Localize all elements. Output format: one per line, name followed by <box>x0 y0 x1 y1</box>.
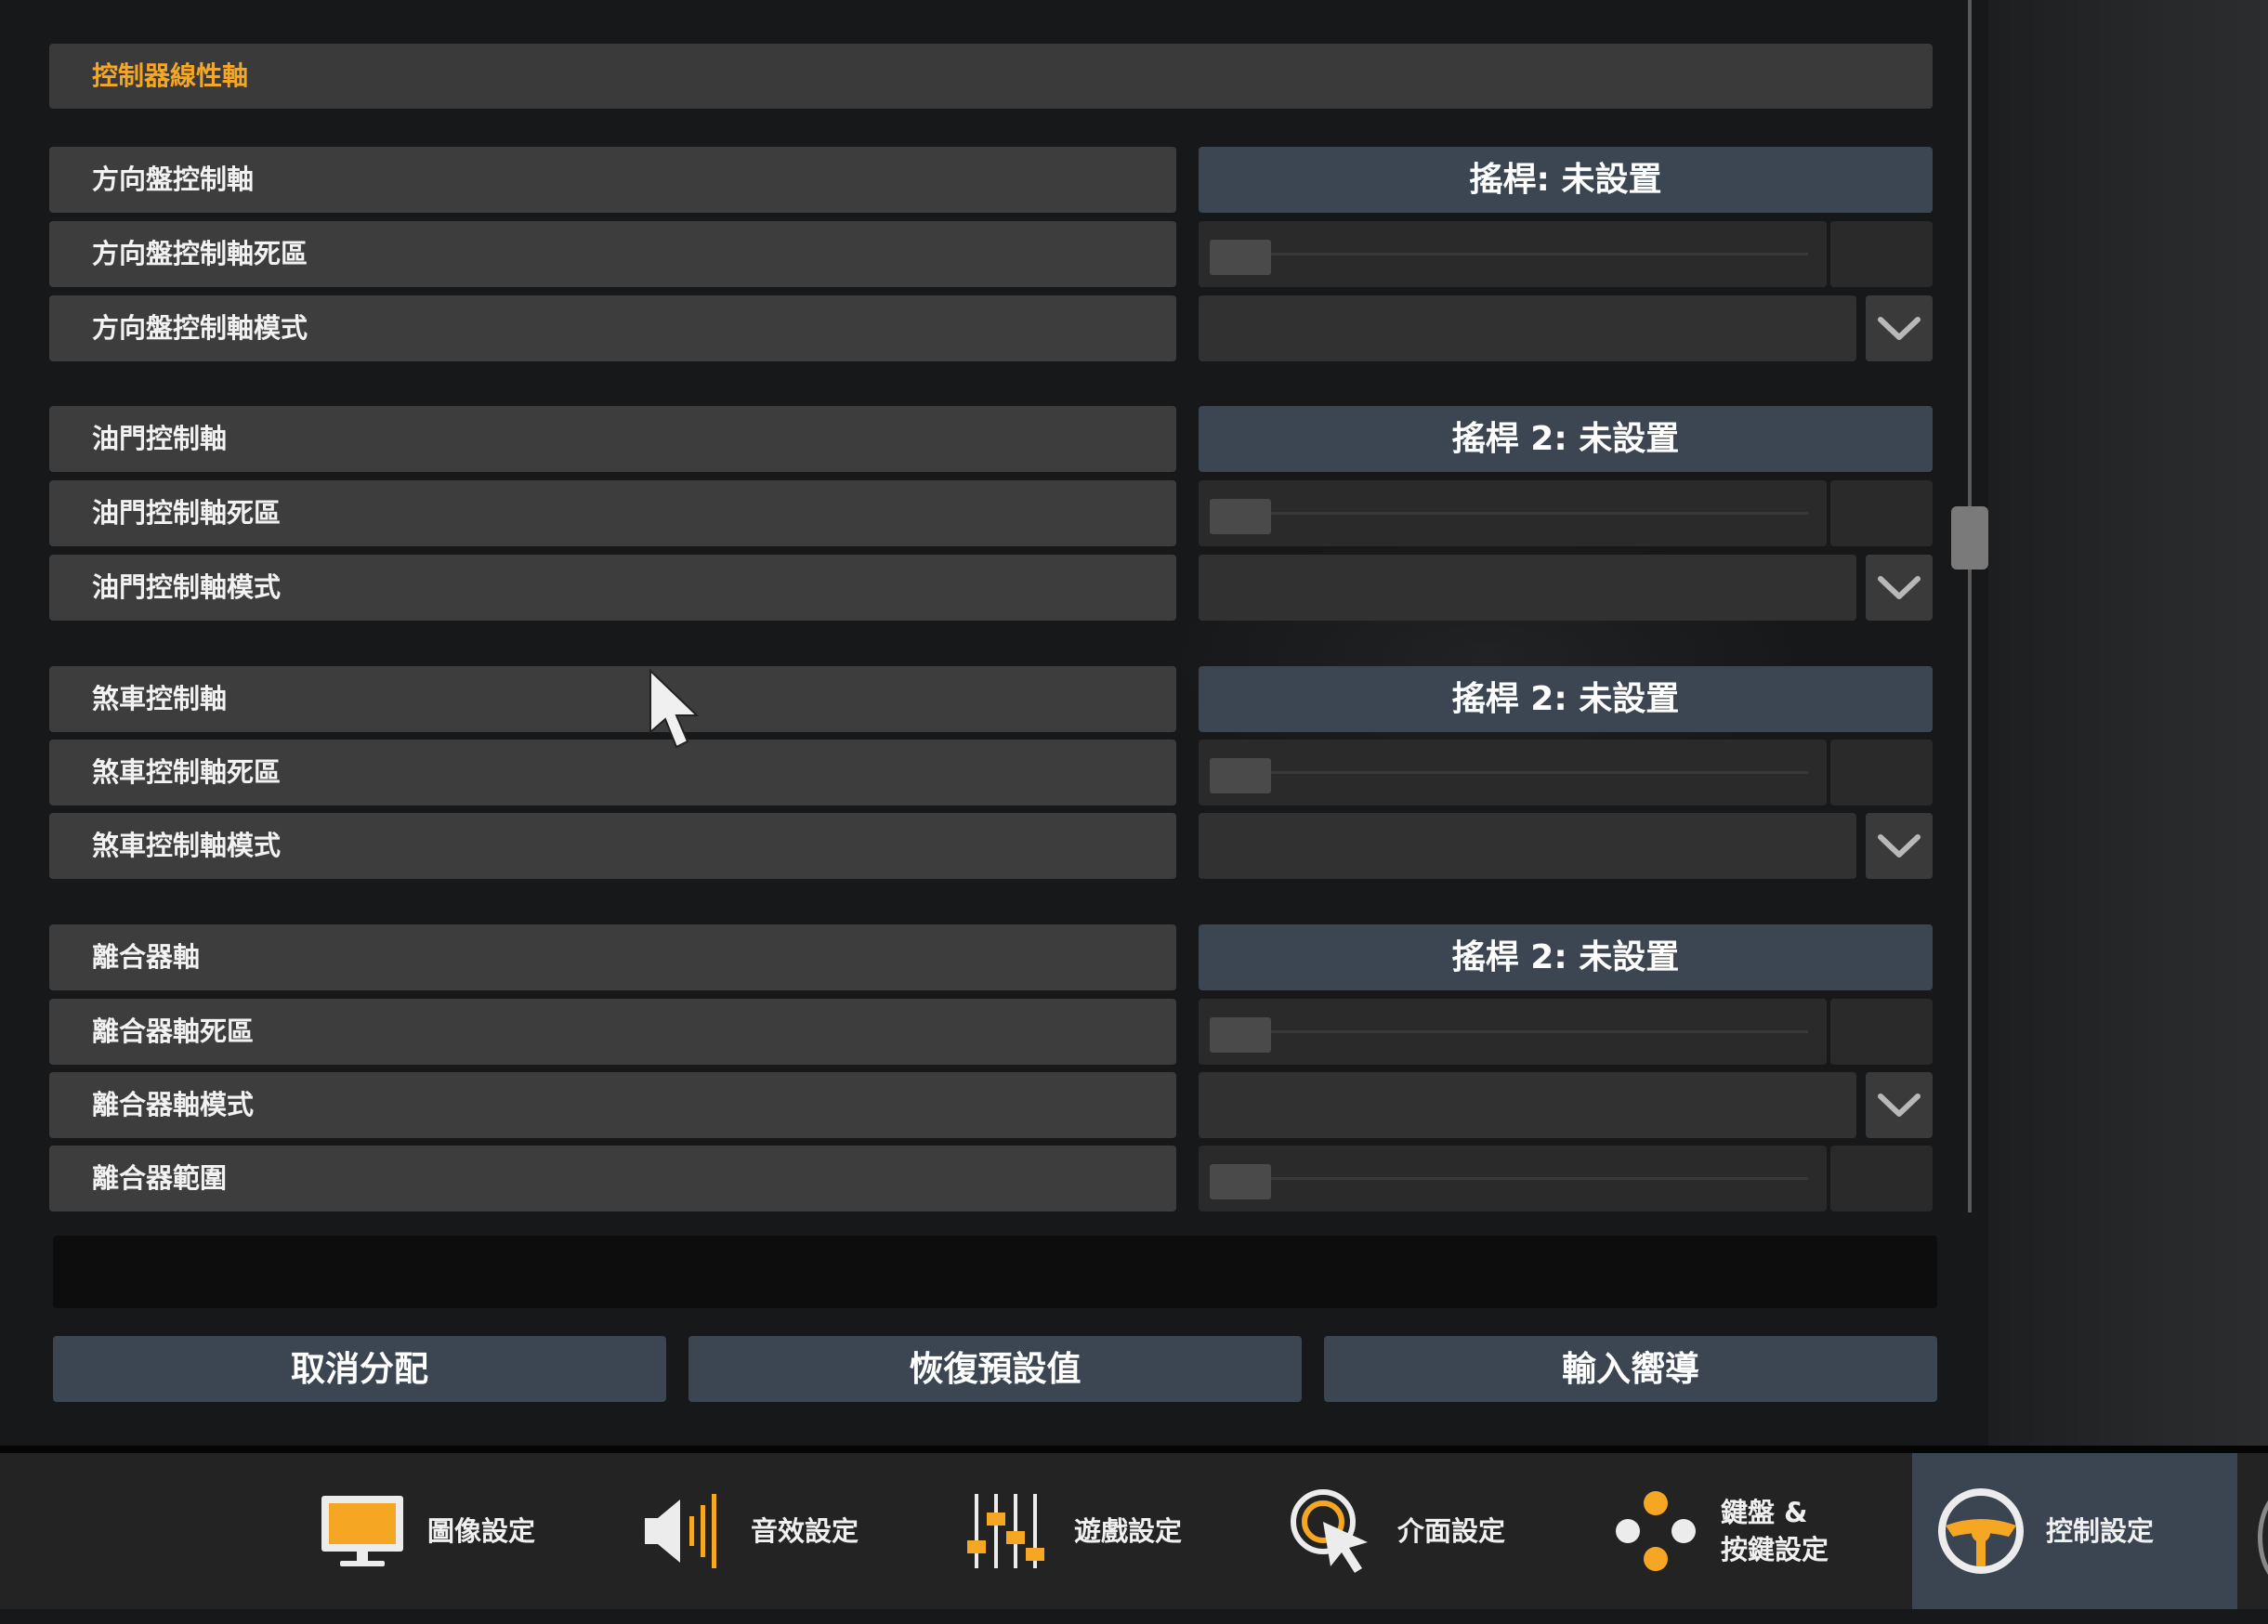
restore-defaults-button[interactable]: 恢復預設值 <box>688 1336 1302 1402</box>
pointer-icon <box>1291 1489 1368 1573</box>
nav-keyboard-label-line1: 鍵盤 & <box>1721 1497 1808 1528</box>
slider-value-box <box>1830 740 1933 805</box>
mouse-cursor-icon <box>649 669 700 749</box>
deadzone-label: 油門控制軸死區 <box>49 480 1176 546</box>
range-slider[interactable] <box>1199 1146 1827 1211</box>
nav-interface[interactable]: 介面設定 <box>1286 1453 1505 1609</box>
nav-gameplay-label: 遊戲設定 <box>1074 1515 1183 1547</box>
axis-assign-button[interactable]: 搖桿 2: 未設置 <box>1199 406 1933 472</box>
nav-graphics[interactable]: 圖像設定 <box>316 1453 535 1609</box>
nav-keyboard-label-line2: 按鍵設定 <box>1721 1534 1829 1565</box>
axis-label: 油門控制軸 <box>49 406 1176 472</box>
mode-label: 方向盤控制軸模式 <box>49 295 1176 361</box>
axis-row: 油門控制軸 搖桿 2: 未設置 <box>49 406 1933 472</box>
slider-handle[interactable] <box>1210 240 1271 275</box>
slider-handle[interactable] <box>1210 758 1271 793</box>
mode-row: 煞車控制軸模式 <box>49 813 1933 879</box>
chevron-down-icon[interactable] <box>1866 295 1933 361</box>
section-header: 控制器線性軸 <box>49 44 1933 109</box>
mode-dropdown[interactable] <box>1199 295 1856 361</box>
mode-label: 油門控制軸模式 <box>49 555 1176 621</box>
deadzone-slider[interactable] <box>1199 480 1827 546</box>
nav-controls[interactable]: 控制設定 <box>1912 1453 2237 1609</box>
mode-label: 煞車控制軸模式 <box>49 813 1176 879</box>
scrollbar-thumb[interactable] <box>1951 506 1988 570</box>
nav-controls-label: 控制設定 <box>2046 1515 2155 1547</box>
speaker-icon <box>645 1494 716 1568</box>
range-label: 離合器範圍 <box>49 1146 1176 1211</box>
scrollbar-track[interactable] <box>1968 0 1972 1212</box>
axis-row: 方向盤控制軸 搖桿: 未設置 <box>49 147 1933 213</box>
slider-track <box>1217 771 1808 774</box>
nav-audio[interactable]: 音效設定 <box>639 1453 859 1609</box>
slider-handle[interactable] <box>1210 499 1271 534</box>
deadzone-row: 油門控制軸死區 <box>49 480 1933 546</box>
deadzone-label: 方向盤控制軸死區 <box>49 221 1176 287</box>
axis-row: 煞車控制軸 搖桿 2: 未設置 <box>49 666 1933 732</box>
chevron-down-icon[interactable] <box>1866 1072 1933 1138</box>
deadzone-slider[interactable] <box>1199 999 1827 1065</box>
gamepad-icon <box>1616 1491 1696 1571</box>
unassign-button[interactable]: 取消分配 <box>53 1336 666 1402</box>
mode-dropdown[interactable] <box>1199 813 1856 879</box>
divider <box>0 1446 2268 1453</box>
slider-track <box>1217 253 1808 255</box>
slider-value-box <box>1830 480 1933 546</box>
deadzone-row: 方向盤控制軸死區 <box>49 221 1933 287</box>
chevron-down-icon[interactable] <box>1866 555 1933 621</box>
slider-handle[interactable] <box>1210 1164 1271 1199</box>
info-bar <box>53 1236 1937 1308</box>
axis-assign-button[interactable]: 搖桿 2: 未設置 <box>1199 666 1933 732</box>
deadzone-slider[interactable] <box>1199 740 1827 805</box>
axis-label: 煞車控制軸 <box>49 666 1176 732</box>
nav-gameplay[interactable]: 遊戲設定 <box>963 1453 1182 1609</box>
chevron-down-icon[interactable] <box>1866 813 1933 879</box>
axis-label: 方向盤控制軸 <box>49 147 1176 213</box>
monitor-icon <box>321 1496 403 1566</box>
nav-interface-label: 介面設定 <box>1397 1515 1506 1547</box>
background-right <box>1988 0 2268 1449</box>
nav-keyboard[interactable]: 鍵盤 & 按鍵設定 <box>1609 1453 1829 1609</box>
axis-assign-button[interactable]: 搖桿: 未設置 <box>1199 147 1933 213</box>
mode-row: 離合器軸模式 <box>49 1072 1933 1138</box>
mode-row: 油門控制軸模式 <box>49 555 1933 621</box>
steering-wheel-icon <box>1938 1488 2024 1574</box>
deadzone-row: 離合器軸死區 <box>49 999 1933 1065</box>
deadzone-slider[interactable] <box>1199 221 1827 287</box>
mode-label: 離合器軸模式 <box>49 1072 1176 1138</box>
slider-track <box>1217 1177 1808 1180</box>
slider-track <box>1217 512 1808 515</box>
slider-value-box <box>1830 999 1933 1065</box>
settings-nav-bar: 圖像設定 音效設定 遊戲設定 介面設定 鍵盤 & 按鍵設定 控制設定 <box>0 1453 2268 1609</box>
slider-value-box <box>1830 1146 1933 1211</box>
axis-assign-button[interactable]: 搖桿 2: 未設置 <box>1199 924 1933 990</box>
slider-value-box <box>1830 221 1933 287</box>
deadzone-label: 離合器軸死區 <box>49 999 1176 1065</box>
nav-audio-label: 音效設定 <box>751 1515 859 1547</box>
input-wizard-button[interactable]: 輸入嚮導 <box>1324 1336 1937 1402</box>
deadzone-label: 煞車控制軸死區 <box>49 740 1176 805</box>
axis-row: 離合器軸 搖桿 2: 未設置 <box>49 924 1933 990</box>
sliders-icon <box>967 1494 1044 1568</box>
mode-dropdown[interactable] <box>1199 555 1856 621</box>
slider-track <box>1217 1030 1808 1033</box>
deadzone-row: 煞車控制軸死區 <box>49 740 1933 805</box>
slider-handle[interactable] <box>1210 1017 1271 1053</box>
axis-label: 離合器軸 <box>49 924 1176 990</box>
mode-row: 方向盤控制軸模式 <box>49 295 1933 361</box>
nav-graphics-label: 圖像設定 <box>427 1515 536 1547</box>
range-row: 離合器範圍 <box>49 1146 1933 1211</box>
nav-keyboard-label: 鍵盤 & 按鍵設定 <box>1721 1494 1829 1568</box>
mode-dropdown[interactable] <box>1199 1072 1856 1138</box>
